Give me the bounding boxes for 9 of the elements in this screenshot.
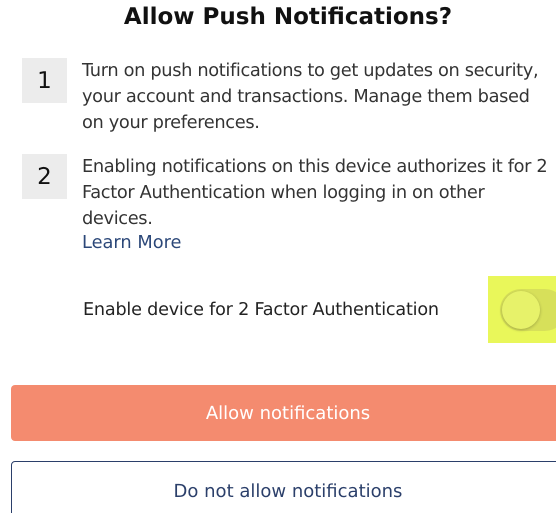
dialog-title: Allow Push Notifications?	[122, 3, 454, 32]
step-number: 2	[22, 154, 67, 199]
toggle-switch[interactable]	[500, 288, 556, 330]
deny-button[interactable]: Do not allow notifications	[11, 461, 556, 513]
step-text: Turn on push notifications to get updates on security, your account and transactions. Manage them based on your preferences.	[82, 59, 540, 135]
step-text: Enabling notifications on this device authorizes it for 2 Factor Authentication when logging in on other devices.	[82, 155, 548, 231]
step-number: 1	[22, 58, 67, 103]
learn-more-link[interactable]: Learn More	[82, 232, 182, 254]
toggle-label: Enable device for 2 Factor Authentication	[83, 300, 439, 320]
